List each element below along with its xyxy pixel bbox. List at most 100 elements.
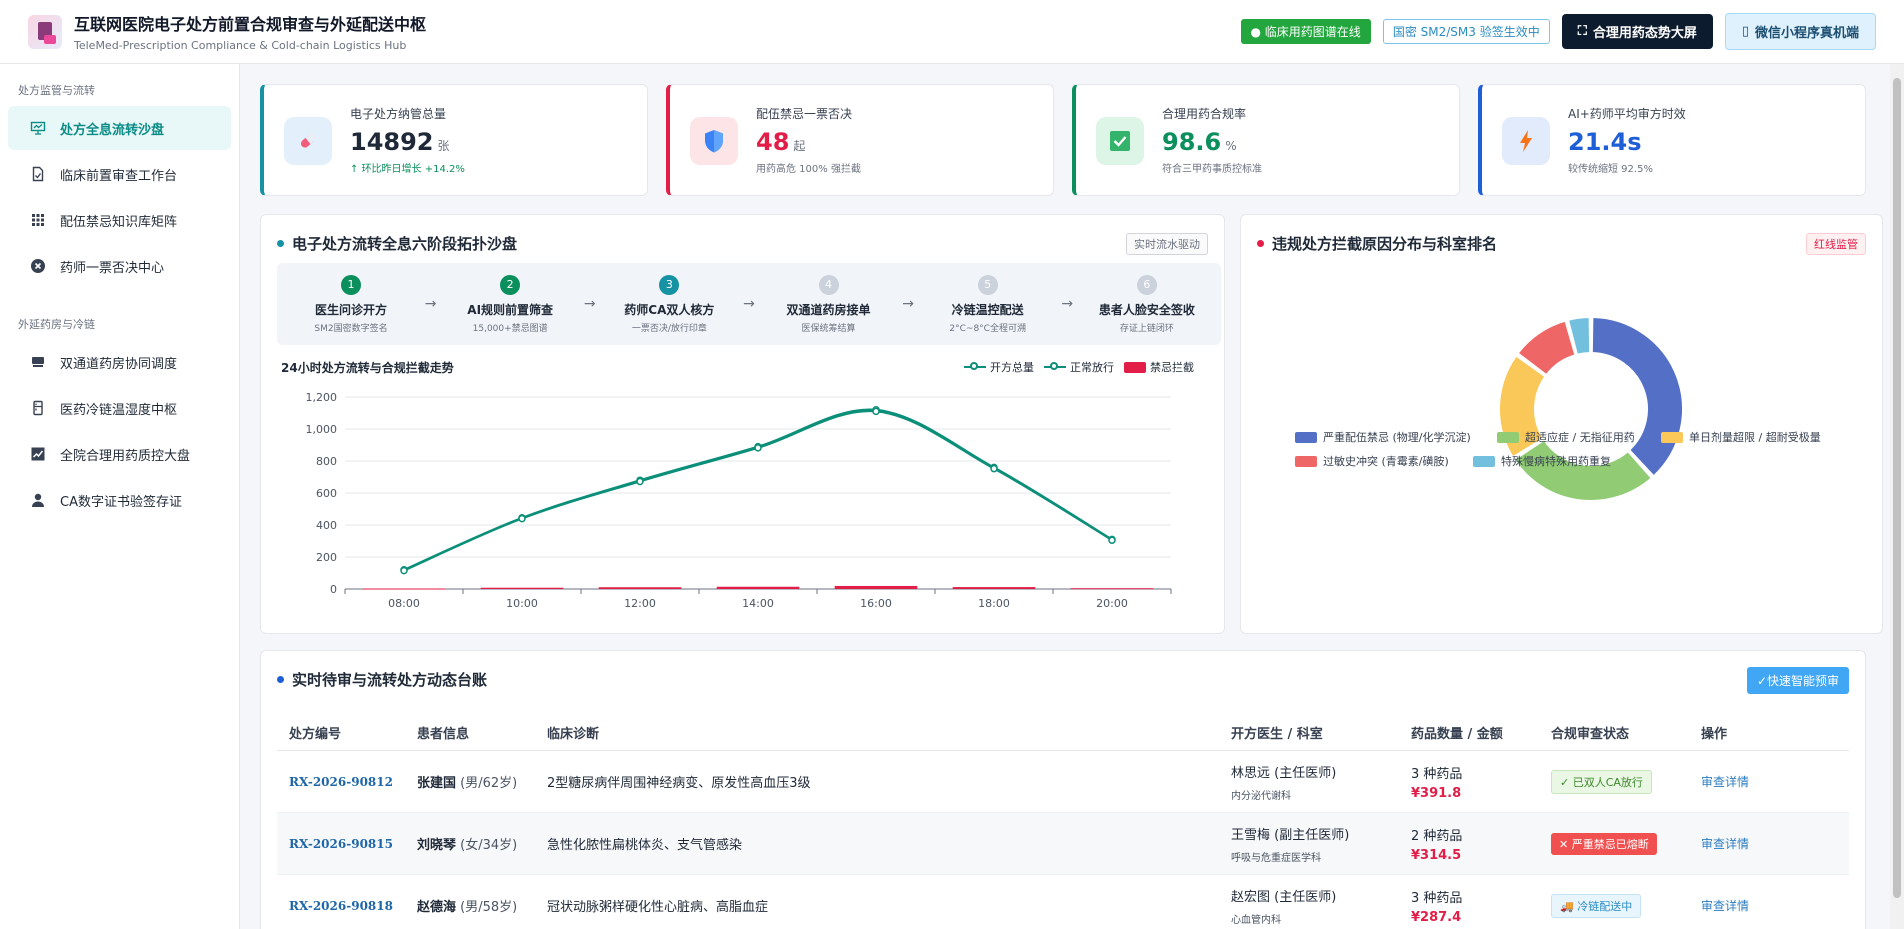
sidebar-item-review-desk[interactable]: 临床前置审查工作台 (8, 152, 231, 196)
prescription-id[interactable]: RX-2026-90815 (277, 837, 417, 851)
quick-review-button[interactable]: ✓快速智能预审 (1746, 667, 1849, 694)
kpi-card-review-time: AI+药师平均审方时效 21.4s 较传统缩短 92.5% (1478, 84, 1866, 196)
legend-item[interactable]: 禁忌拦截 (1124, 359, 1194, 375)
stage-title: 患者人脸安全签收 (1098, 302, 1195, 317)
patient-meta: (男/58岁) (460, 900, 518, 915)
sidebar-item-pharmacy-dispatch[interactable]: 双通道药房协同调度 (8, 340, 231, 384)
column-header[interactable]: 开方医生 / 科室 (1231, 723, 1411, 742)
kpi-note: 符合三甲药事质控标准 (1162, 164, 1262, 175)
dashboard-button[interactable]: ⛶ 合理用药态势大屏 (1561, 14, 1713, 49)
miniapp-button[interactable]: ▯ 微信小程序真机端 (1724, 13, 1876, 50)
miniapp-button-label: 微信小程序真机端 (1754, 26, 1859, 41)
kpi-number: 98.6 (1162, 128, 1222, 156)
stage-title: 医生问诊开方 (314, 302, 387, 317)
stage-step[interactable]: 4 双通道药房接单 医保统筹结算 (765, 274, 893, 334)
sidebar-item-veto-center[interactable]: 药师一票否决中心 (8, 244, 231, 288)
data-point (636, 477, 644, 486)
stage-step[interactable]: 5 冷链温控配送 2°C~8°C全程可溯 (924, 274, 1052, 334)
drug-info: 3 种药品 ¥287.4 (1411, 887, 1551, 925)
kpi-card-compliance: 合理用药合规率 98.6% 符合三甲药事质控标准 (1072, 84, 1460, 196)
review-detail-link[interactable]: 审查详情 (1701, 773, 1801, 790)
kpi-unit: 张 (437, 139, 450, 153)
kpi-label: 电子处方纳管总量 (350, 107, 447, 121)
column-header[interactable]: 患者信息 (417, 723, 547, 742)
table-row[interactable]: RX-2026-90812 张建国 (男/62岁) 2型糖尿病伴周围神经病变、原… (277, 751, 1849, 813)
sidebar-item-quality-board[interactable]: 全院合理用药质控大盘 (8, 432, 231, 476)
prescription-table-panel: 实时待审与流转处方动态台账 ✓快速智能预审 处方编号 患者信息 临床诊断 开方医… (260, 650, 1866, 929)
sidebar-item-cold-chain[interactable]: 医药冷链温湿度中枢 (8, 386, 231, 430)
legend-label: 禁忌拦截 (1150, 361, 1194, 374)
stage-subtitle: 存证上链闭环 (1119, 323, 1174, 334)
data-point (990, 463, 998, 472)
dashboard-button-label: 合理用药态势大屏 (1592, 26, 1697, 41)
arrow-right-icon: → (583, 296, 596, 312)
table-panel-title: 实时待审与流转处方动态台账 (277, 669, 487, 690)
panel-title-text: 电子处方流转全息六阶段拓扑沙盘 (292, 235, 518, 253)
patient-name: 张建国 (417, 776, 457, 791)
arrow-right-icon: → (743, 296, 755, 312)
drug-info: 2 种药品 ¥314.5 (1411, 825, 1551, 863)
kpi-value: 48 起 (756, 128, 861, 156)
review-detail-link[interactable]: 审查详情 (1701, 897, 1801, 914)
drug-info: 3 种药品 ¥391.8 (1411, 763, 1551, 801)
doctor-info: 林思远 (主任医师) 内分泌代谢科 (1231, 762, 1411, 802)
doctor-info: 王雪梅 (副主任医师) 呼吸与危重症医学科 (1231, 824, 1411, 864)
kpi-card-veto: 配伍禁忌一票否决 48 起 用药高危 100% 强拦截 (666, 84, 1054, 196)
trend-chart-icon (30, 446, 46, 462)
prescription-id[interactable]: RX-2026-90812 (277, 775, 417, 789)
document-check-icon (30, 166, 46, 182)
doctor-name: 王雪梅 (副主任医师) (1231, 827, 1350, 843)
patient-info: 赵德海 (男/58岁) (417, 896, 547, 915)
legend-label: 正常放行 (1070, 361, 1114, 374)
series-line (403, 410, 1113, 572)
kpi-label: 合理用药合规率 (1162, 107, 1247, 121)
data-point (754, 444, 762, 452)
bar-mark (362, 588, 446, 590)
stage-step[interactable]: 1 医生问诊开方 SM2国密数字签名 (287, 274, 415, 334)
sidebar: 处方监管与流转 处方全息流转沙盘 临床前置审查工作台 配伍禁忌知识库矩阵 药师一… (0, 64, 240, 929)
prescription-id[interactable]: RX-2026-90818 (277, 899, 417, 913)
kpi-number: 48 (756, 128, 790, 156)
stage-subtitle: 15,000+禁忌图谱 (472, 323, 548, 334)
sidebar-item-ca-certificate[interactable]: CA数字证书验签存证 (8, 478, 231, 522)
legend-item[interactable]: 正常放行 (1044, 359, 1114, 375)
column-header[interactable]: 处方编号 (277, 723, 417, 742)
data-point (400, 566, 408, 574)
stage-title: 双通道药房接单 (786, 302, 871, 317)
sidebar-item-flow-sandbox[interactable]: 处方全息流转沙盘 (8, 106, 231, 150)
column-header[interactable]: 合规审查状态 (1551, 723, 1701, 742)
stage-step[interactable]: 2 AI规则前置筛查 15,000+禁忌图谱 (446, 274, 574, 334)
column-header[interactable]: 临床诊断 (547, 723, 1231, 742)
lightning-icon (1502, 117, 1550, 165)
chart-legend: 开方总量 正常放行 禁忌拦截 (964, 359, 1194, 375)
kpi-number: 21.4s (1568, 128, 1642, 156)
pill-icon (284, 117, 332, 165)
scrollbar-thumb[interactable] (1893, 78, 1901, 898)
status-sign-badge: 国密 SM2/SM3 验签生效中 (1382, 19, 1550, 44)
legend-item[interactable]: 开方总量 (964, 359, 1034, 375)
review-detail-link[interactable]: 审查详情 (1701, 835, 1801, 852)
kpi-note: 用药高危 100% 强拦截 (756, 164, 861, 175)
table-row[interactable]: RX-2026-90815 刘晓琴 (女/34岁) 急性化脓性扁桃体炎、支气管感… (277, 813, 1849, 875)
legend-label: 严重配伍禁忌 (物理/化学沉淀) (1323, 430, 1471, 444)
x-tick-label: 12:00 (624, 597, 656, 610)
column-header[interactable]: 药品数量 / 金额 (1411, 723, 1551, 742)
page-scrollbar[interactable] (1890, 64, 1904, 929)
realtime-tag: 实时流水驱动 (1126, 233, 1208, 255)
status-online-badge: ● 临床用药图谱在线 (1240, 19, 1371, 44)
pill-tray-icon (30, 354, 46, 370)
data-point (518, 514, 526, 523)
sidebar-item-knowledge-matrix[interactable]: 配伍禁忌知识库矩阵 (8, 198, 231, 242)
status-badge: 🚚 冷链配送中 (1551, 893, 1642, 918)
sidebar-item-label: 全院合理用药质控大盘 (60, 448, 191, 464)
y-tick-label: 400 (316, 519, 337, 532)
stage-step[interactable]: 3 药师CA双人核方 一票否决/放行印章 (605, 274, 733, 334)
stage-subtitle: 一票否决/放行印章 (631, 323, 707, 334)
table-row[interactable]: RX-2026-90818 赵德海 (男/58岁) 冠状动脉粥样硬化性心脏病、高… (277, 875, 1849, 929)
column-header[interactable]: 操作 (1701, 723, 1801, 742)
bar-mark (1070, 588, 1154, 590)
stage-step[interactable]: 6 患者人脸安全签收 存证上链闭环 (1083, 274, 1211, 334)
stage-subtitle: 2°C~8°C全程可溯 (949, 323, 1026, 334)
stage-number: 4 (818, 274, 839, 295)
kpi-value: 21.4s (1568, 128, 1686, 156)
